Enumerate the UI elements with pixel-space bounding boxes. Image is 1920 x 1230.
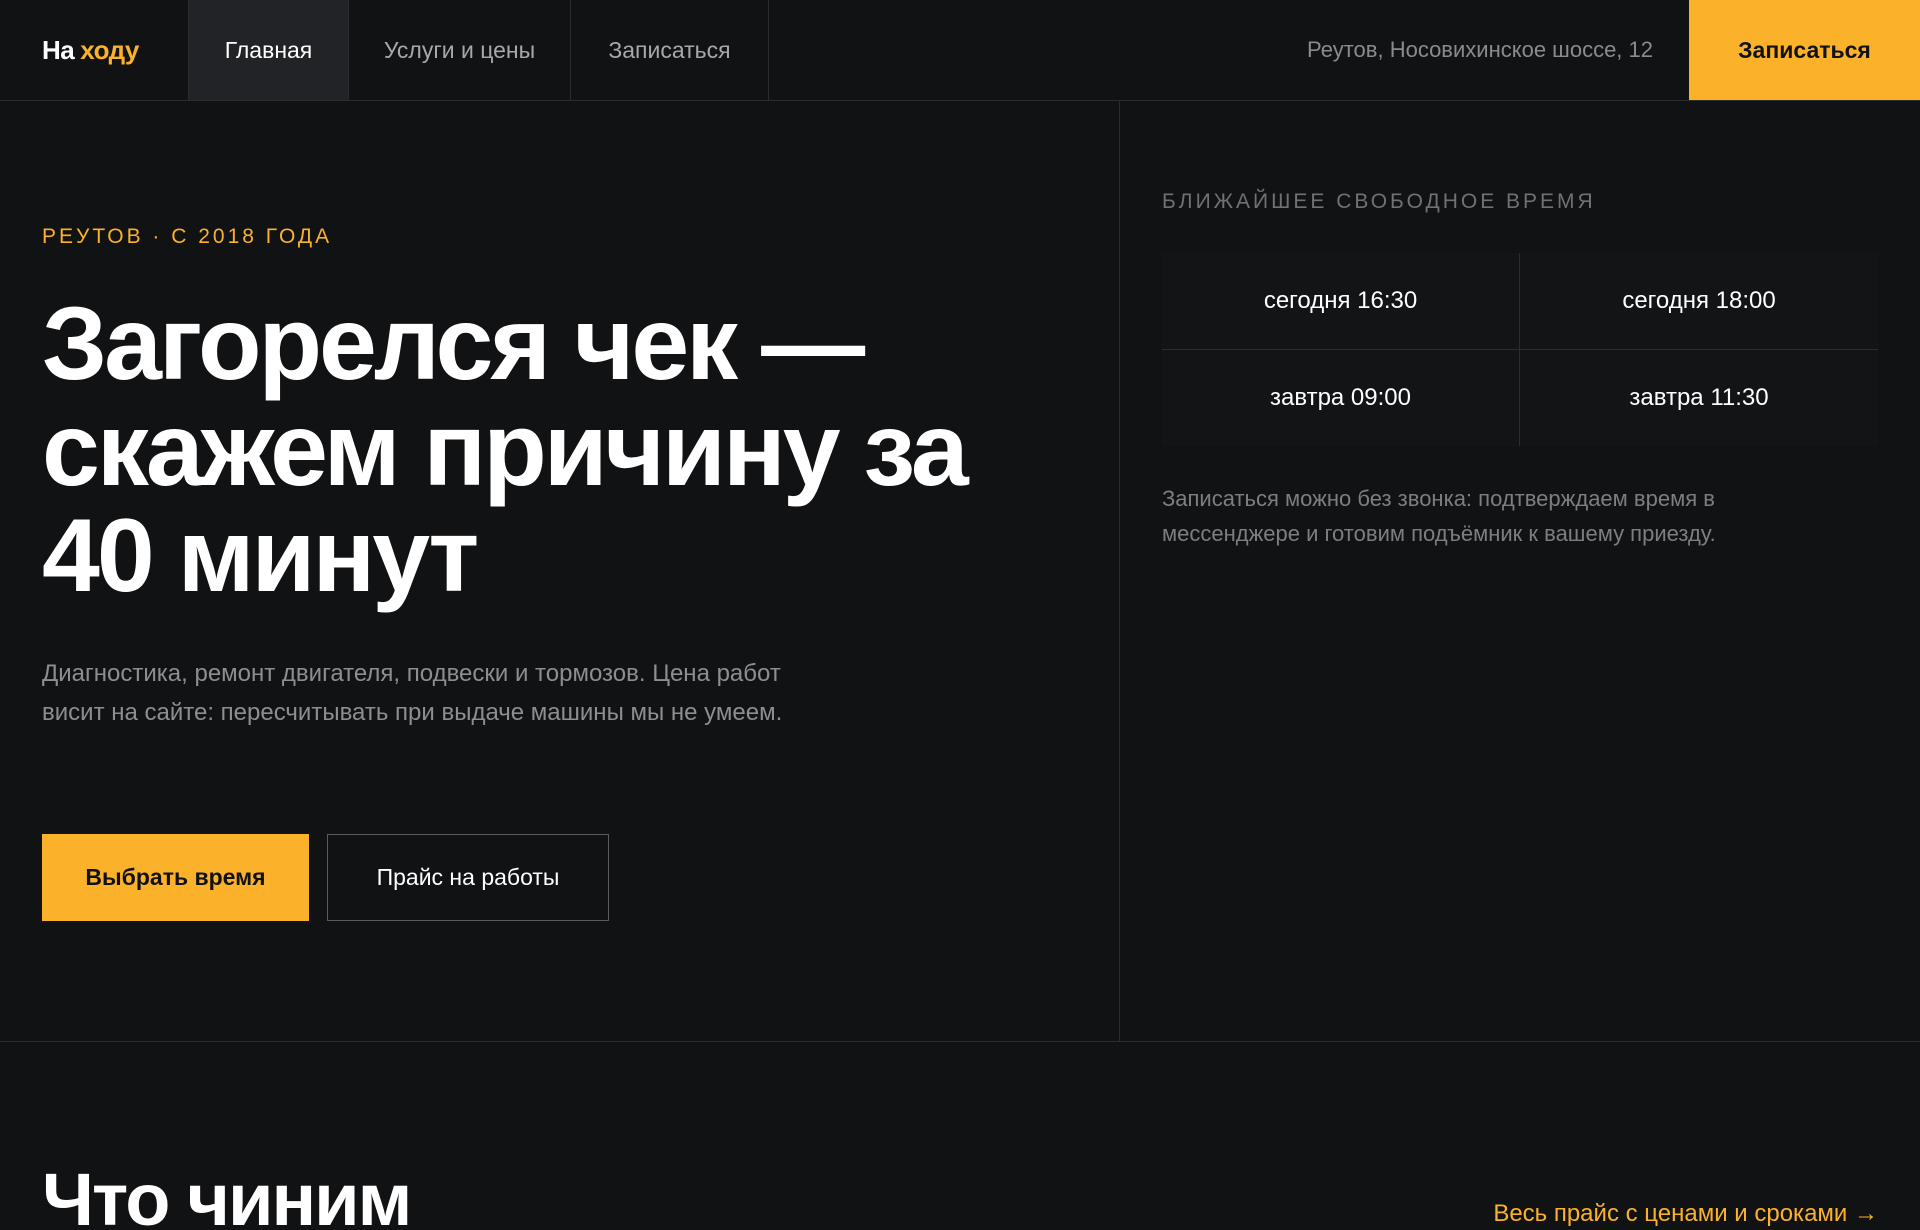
nav-item-booking[interactable]: Записаться: [570, 0, 769, 100]
header-cta-button[interactable]: Записаться: [1689, 0, 1920, 100]
nav-item-home[interactable]: Главная: [188, 0, 348, 100]
hero-lede: Диагностика, ремонт двигателя, подвески …: [42, 660, 783, 726]
header-address: Реутов, Носовихинское шоссе, 12: [1307, 37, 1653, 62]
nav-item-services[interactable]: Услуги и цены: [348, 0, 570, 100]
site-header: На ходу Главная Услуги и цены Записаться…: [0, 0, 1920, 101]
hero: РЕУТОВ · С 2018 ГОДА Загорелся чек — ска…: [0, 101, 1120, 1042]
slot-today-1630[interactable]: сегодня 16:30: [1162, 253, 1520, 350]
choose-time-button[interactable]: Выбрать время: [42, 834, 309, 921]
logo-accent: ходу: [80, 34, 139, 65]
hero-eyebrow: РЕУТОВ · С 2018 ГОДА: [42, 225, 333, 248]
logo[interactable]: На ходу: [0, 0, 188, 100]
full-price-link[interactable]: Весь прайс с ценами и сроками →: [1493, 1200, 1878, 1228]
slot-today-1800[interactable]: сегодня 18:00: [1520, 253, 1878, 350]
slots-grid: сегодня 16:30 сегодня 18:00 завтра 09:00…: [1162, 253, 1878, 446]
services-section-title: Что чиним: [42, 1158, 412, 1230]
hero-headline: Загорелся чек — скажем причину за 40 мин…: [42, 286, 969, 614]
header-spacer: [769, 0, 1307, 100]
main-nav: Главная Услуги и цены Записаться: [188, 0, 769, 100]
slots-title: БЛИЖАЙШЕЕ СВОБОДНОЕ ВРЕМЯ: [1162, 190, 1596, 213]
slot-tomorrow-0900[interactable]: завтра 09:00: [1162, 349, 1520, 446]
section-divider: [0, 1041, 1920, 1042]
logo-main: На: [42, 34, 75, 65]
slots-note: Записаться можно без звонка: подтверждае…: [1162, 486, 1716, 546]
price-list-button[interactable]: Прайс на работы: [327, 834, 609, 921]
slot-tomorrow-1130[interactable]: завтра 11:30: [1520, 349, 1878, 446]
